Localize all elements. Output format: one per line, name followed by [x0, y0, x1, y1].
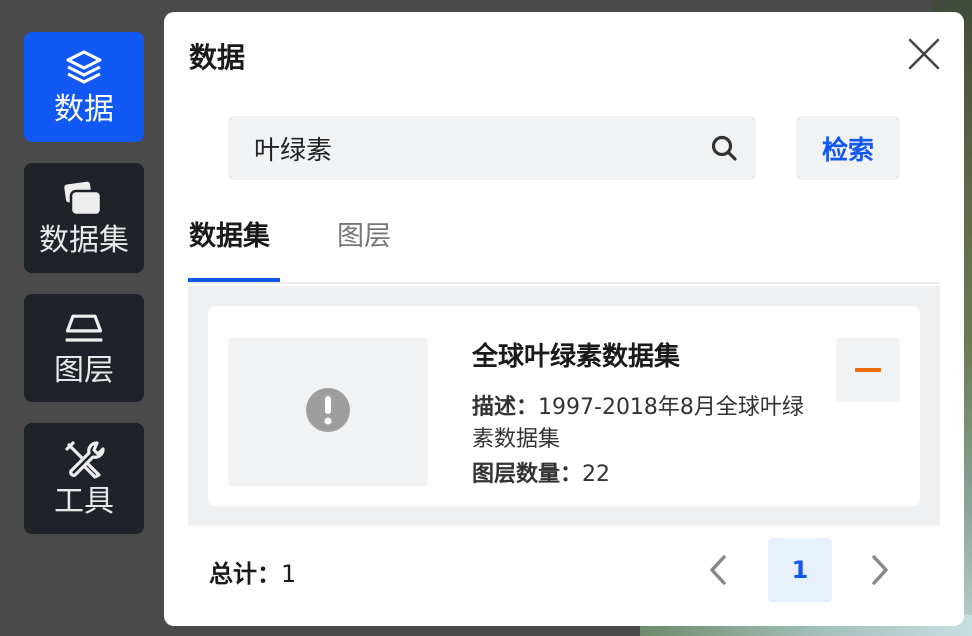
page-number-button[interactable]: 1 [768, 538, 832, 602]
active-tab-indicator [188, 278, 280, 282]
layer-count: 图层数量：22 [472, 456, 610, 488]
chevron-left-icon [704, 555, 734, 591]
chevron-right-icon [864, 555, 894, 591]
sidebar-item-label: 数据集 [39, 223, 129, 258]
sidebar-item-layers[interactable]: 图层 [24, 294, 144, 402]
sidebar-item-tools[interactable]: 工具 [24, 423, 144, 534]
tools-icon [62, 438, 106, 482]
close-button[interactable] [906, 36, 942, 72]
layer-count-label: 图层数量： [472, 462, 583, 487]
sidebar-item-label: 图层 [54, 353, 114, 388]
layer-trapezoid-icon [62, 307, 106, 351]
minus-icon [855, 368, 881, 372]
search-input[interactable] [228, 118, 688, 178]
search-box [228, 116, 756, 180]
total-count: 总计：1 [209, 554, 296, 589]
remove-dataset-button[interactable] [836, 338, 900, 402]
layer-count-value: 22 [582, 462, 611, 487]
close-icon [906, 38, 942, 76]
panel-title: 数据 [189, 41, 246, 74]
next-page-button[interactable] [864, 553, 894, 587]
sidebar-item-datasets[interactable]: 数据集 [24, 163, 144, 273]
dataset-title: 全球叶绿素数据集 [472, 342, 681, 372]
sidebar-item-label: 工具 [54, 483, 114, 519]
tab-datasets[interactable]: 数据集 [189, 214, 270, 253]
sidebar-item-label: 数据 [54, 92, 114, 127]
description-label: 描述： [472, 395, 539, 420]
layers-icon [62, 46, 106, 90]
sidebar: 数据 数据集 图层 工具 [24, 32, 144, 555]
data-panel: 数据 检索 数据集 图层 [164, 12, 964, 626]
result-list: 全球叶绿素数据集 描述：1997-2018年8月全球叶绿素数据集 图层数量：22 [188, 286, 940, 526]
tab-layers[interactable]: 图层 [337, 214, 391, 253]
dataset-thumbnail [228, 338, 428, 486]
list-item[interactable]: 全球叶绿素数据集 描述：1997-2018年8月全球叶绿素数据集 图层数量：22 [208, 306, 920, 506]
total-value: 1 [281, 560, 297, 588]
search-icon[interactable] [710, 134, 738, 162]
warning-icon [305, 387, 351, 437]
prev-page-button[interactable] [704, 553, 734, 587]
total-label: 总计： [209, 560, 281, 588]
tab-bar: 数据集 图层 [188, 208, 940, 284]
folder-stack-icon [62, 177, 106, 221]
sidebar-item-data[interactable]: 数据 [24, 32, 144, 142]
dataset-description: 描述：1997-2018年8月全球叶绿素数据集 [472, 392, 812, 456]
search-button[interactable]: 检索 [796, 116, 900, 180]
